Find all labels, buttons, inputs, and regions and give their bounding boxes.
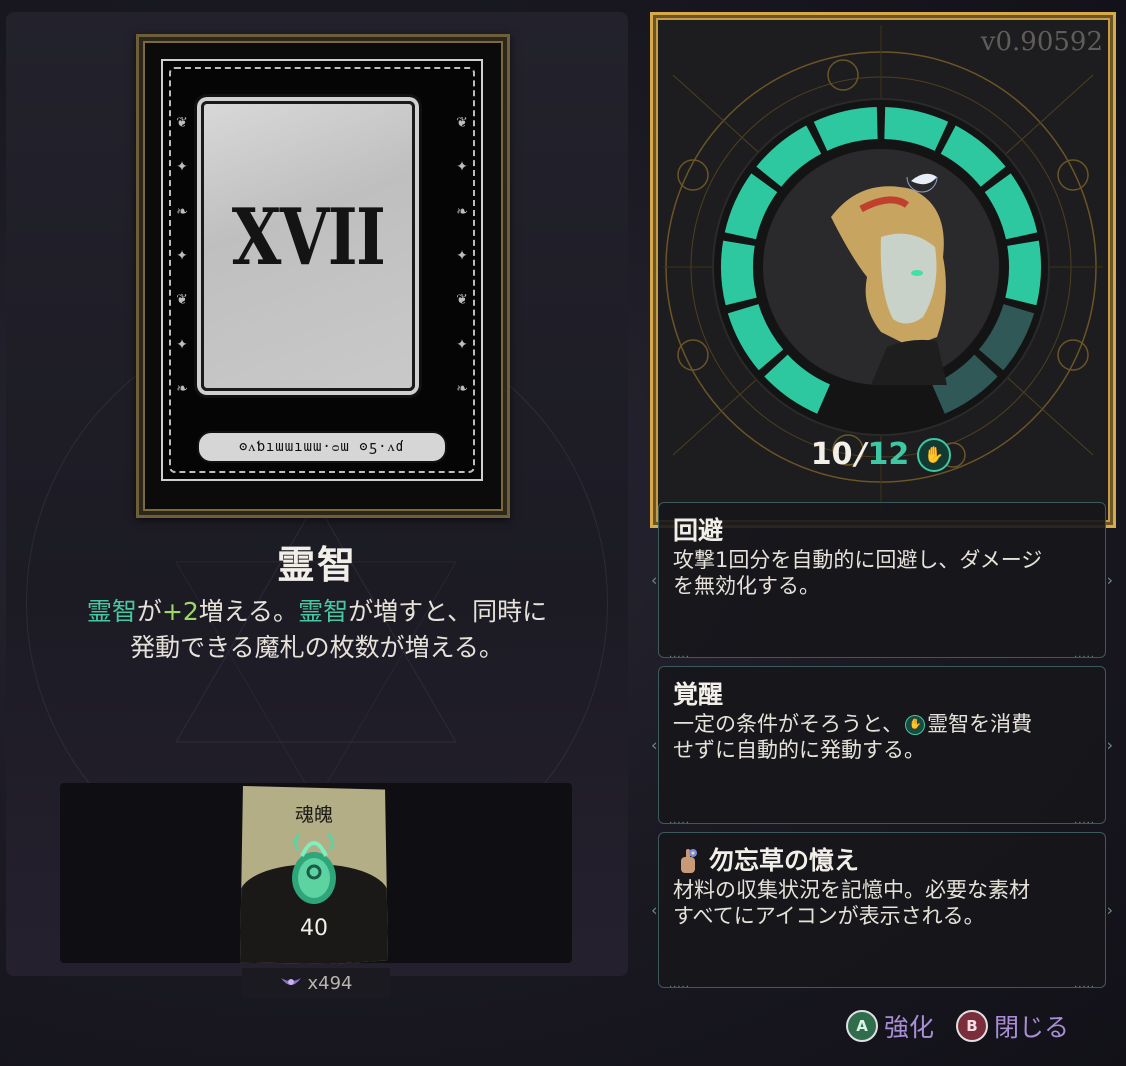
keyword-grasp: 霊智 (298, 597, 349, 626)
bracket-right-icon: › (1106, 570, 1113, 590)
owned-psyche-count: x494 (307, 972, 353, 994)
keyword-grasp: 霊智 (86, 597, 137, 626)
info-title-text: 勿忘草の憶え (709, 846, 860, 875)
grasp-gauge-ring (712, 98, 1050, 436)
info-description: 攻撃1回分を自動的に回避し、ダメージ を無効化する。 (673, 547, 1091, 599)
bracket-left-icon: ‹ (651, 735, 658, 755)
grasp-current: 10 (810, 437, 853, 472)
info-description-line: を無効化する。 (673, 574, 820, 598)
info-description-line: 攻撃1回分を自動的に回避し、ダメージ (673, 548, 1043, 572)
desc-text: 霊智を消費 (927, 712, 1033, 736)
card-face: XVII (201, 101, 415, 391)
cost-resource-label: 魂魄 (294, 804, 333, 826)
character-portrait-frame: v0.90592 10 / 12 ✋ (650, 12, 1116, 528)
grasp-segment-filled (1005, 240, 1041, 306)
desc-text: が (136, 597, 162, 626)
desc-text: 増える。 (198, 597, 299, 626)
corner-dots: ····· (1074, 818, 1095, 829)
b-button-icon: B (956, 1010, 988, 1042)
corner-dots: ····· (669, 982, 690, 993)
card-inscription: ʘᴧƅıɯɯıɯɯ·ᴑɯ ʘƽ·ᴧɗ (197, 431, 447, 463)
grasp-inline-icon: ✋ (905, 715, 926, 735)
forget-me-not-icon (681, 849, 697, 873)
info-title: 勿忘草の憶え (673, 841, 859, 877)
bracket-left-icon: ‹ (651, 900, 658, 920)
corner-dots: ····· (669, 652, 690, 663)
psyche-small-icon (281, 978, 302, 985)
a-button-icon: A (846, 1010, 878, 1042)
upgrade-label: 強化 (884, 1013, 935, 1042)
close-label: 閉じる (994, 1013, 1070, 1042)
bracket-left-icon: ‹ (651, 570, 658, 590)
info-description-line: 材料の収集状況を記憶中。必要な素材 (673, 878, 1030, 902)
info-description: 材料の収集状況を記憶中。必要な素材 すべてにアイコンが表示される。 (673, 877, 1091, 929)
desc-text: が増すと、同時に (348, 597, 548, 626)
corner-dots: ····· (1074, 652, 1095, 663)
grasp-icon: ✋ (917, 437, 952, 472)
info-panel-forget-me-not[interactable]: ‹ › 勿忘草の憶え 材料の収集状況を記憶中。必要な素材 すべてにアイコンが表示… (651, 832, 1113, 993)
grasp-readout: 10 / 12 ✋ (711, 437, 1051, 472)
boon-description-line2: 発動できる魔札の枚数が増える。 (130, 633, 504, 662)
boon-description-line1: 霊智が+2増える。霊智が増すと、同時に (30, 594, 604, 630)
card-numeral: XVII (231, 192, 386, 283)
cost-amount: 40 (300, 916, 328, 941)
info-panel-dodge[interactable]: ‹ › 回避 攻撃1回分を自動的に回避し、ダメージ を無効化する。 ····· … (651, 502, 1113, 663)
grasp-segment-filled (721, 240, 757, 306)
cost-card: 魂魄 40 (240, 786, 388, 964)
owned-psyche: x494 (242, 968, 390, 998)
grasp-gauge: 10 / 12 ✋ (711, 97, 1051, 472)
info-description: 一定の条件がそろうと、 ✋ 霊智を消費 せずに自動的に発動する。 (673, 711, 1091, 763)
info-description-line: せずに自動的に発動する。 (673, 738, 925, 762)
close-button[interactable]: B 閉じる (956, 1008, 1069, 1044)
card-border: ❦ ✦ ❧ ✦ ❦ ✦ ❧ ❦ ✦ ❧ ✦ ❦ ✦ ❧ XVII ʘᴧƅıɯɯıɯɯ·ᴑɯ ʘƽ·ᴧɗ (161, 59, 483, 481)
boon-description: 霊智が+2増える。霊智が増すと、同時に 発動できる魔札の枚数が増える。 (30, 594, 604, 666)
info-title: 覚醒 (673, 680, 724, 709)
grasp-slash: / (850, 437, 870, 472)
bonus-value: +2 (161, 597, 199, 626)
arcana-upgrade-screen: ❦ ✦ ❧ ✦ ❦ ✦ ❧ ❦ ✦ ❧ ✦ ❦ ✦ ❧ XVII ʘᴧƅıɯɯıɯɯ·ᴑɯ ʘƽ·ᴧɗ … (0, 0, 1126, 1066)
psyche-icon (292, 832, 336, 904)
grasp-max: 12 (867, 437, 910, 472)
card-side-ornament-left: ❦ ✦ ❧ ✦ ❦ ✦ ❧ (176, 115, 188, 397)
arcana-card[interactable]: ❦ ✦ ❧ ✦ ❦ ✦ ❧ ❦ ✦ ❧ ✦ ❦ ✦ ❧ XVII ʘᴧƅıɯɯıɯɯ·ᴑɯ ʘƽ·ᴧɗ (136, 34, 510, 518)
desc-text: 一定の条件がそろうと、 (673, 712, 904, 736)
info-description-line: すべてにアイコンが表示される。 (673, 904, 985, 928)
info-panel-awakening[interactable]: ‹ › 覚醒 一定の条件がそろうと、 ✋ 霊智を消費 せずに自動的に発動する。 ··… (651, 666, 1113, 829)
info-title: 回避 (673, 516, 724, 545)
bracket-right-icon: › (1106, 735, 1113, 755)
corner-dots: ····· (1074, 982, 1095, 993)
info-description-line: 一定の条件がそろうと、 ✋ 霊智を消費 (673, 711, 1091, 737)
boon-title: 霊智 (276, 543, 357, 587)
corner-dots: ····· (669, 818, 690, 829)
bracket-right-icon: › (1106, 900, 1113, 920)
version-label: v0.90592 (980, 27, 1103, 57)
card-side-ornament-right: ❦ ✦ ❧ ✦ ❦ ✦ ❧ (456, 115, 468, 397)
upgrade-button[interactable]: A 強化 (846, 1008, 934, 1044)
